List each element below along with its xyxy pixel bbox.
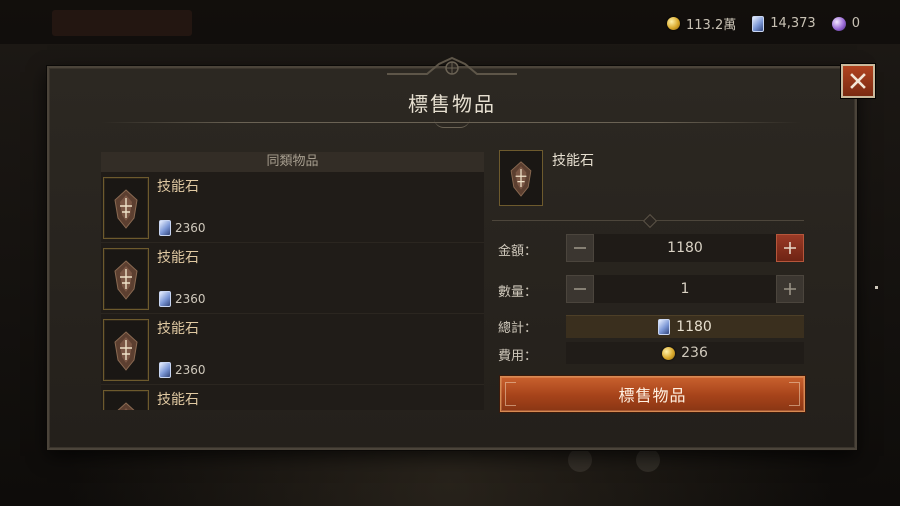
total-value: 1180 [676,319,712,335]
quantity-stepper: 1 [566,275,804,303]
item-name: 技能石 [157,179,199,195]
close-icon [850,73,866,89]
divider-ornament [642,213,658,229]
selected-item-name: 技能石 [552,153,594,169]
price-stepper: 1180 [566,234,804,262]
item-icon-frame [103,390,149,410]
item-price: 2360 [159,291,206,307]
button-corner-ornament [505,382,516,406]
fee-field: 236 [566,342,804,364]
item-price-value: 2360 [175,363,206,377]
fee-value: 236 [681,345,708,361]
title-divider-ornament [434,118,470,128]
sell-item-dialog: 標售物品 同類物品 技能石 2360 技能石 2360 技能石 2360 技能石… [47,56,875,450]
gold-coin-icon [667,17,680,30]
close-button[interactable] [841,64,875,98]
plus-icon [784,242,796,254]
background-tab [52,10,192,36]
minus-icon [574,247,586,249]
orb-amount: 0 [851,16,860,31]
sell-item-button-label: 標售物品 [618,386,687,405]
item-name: 技能石 [157,250,199,266]
background-glyph [636,448,660,472]
minus-icon [574,288,586,290]
skill-stone-icon [114,189,138,229]
gold-amount: 113.2萬 [686,18,737,33]
similar-items-header: 同類物品 [101,152,484,172]
selected-item-icon-frame [499,150,543,206]
sell-item-button[interactable]: 標售物品 [500,376,805,412]
item-icon-frame [103,319,149,381]
cursor-dot [875,286,878,289]
orb-icon [831,16,846,31]
background-glyph [568,448,592,472]
dialog-title: 標售物品 [408,92,496,116]
list-item[interactable]: 技能石 2360 [101,314,484,385]
platinum-gem-icon [159,291,171,307]
price-label: 金額： [498,244,538,259]
quantity-increase-button[interactable] [776,275,804,303]
price-decrease-button[interactable] [566,234,594,262]
currency-bar: 113.2萬 14,373 0 [667,14,860,33]
skill-stone-icon [510,161,532,197]
item-icon-frame [103,248,149,310]
item-icon-frame [103,177,149,239]
gold-coin-icon [662,346,676,360]
button-corner-ornament [789,382,800,406]
list-item[interactable]: 技能石 2360 [101,172,484,243]
platinum-gem-icon [159,362,171,378]
item-price-value: 2360 [175,221,206,235]
platinum-gem-icon [752,15,765,32]
quantity-label: 數量： [498,285,538,300]
title-ornament-icon [387,56,517,75]
total-field: 1180 [566,315,804,338]
item-price: 2360 [159,362,206,378]
skill-stone-icon [114,331,138,371]
item-name: 技能石 [157,392,199,408]
similar-items-panel[interactable]: 同類物品 技能石 2360 技能石 2360 技能石 2360 技能石 [101,152,484,410]
fee-label: 費用： [498,349,538,364]
platinum-gem-icon [658,319,671,335]
item-price-value: 2360 [175,292,206,306]
gold-display: 113.2萬 [667,14,736,33]
orb-display: 0 [831,16,860,31]
quantity-decrease-button[interactable] [566,275,594,303]
platinum-amount: 14,373 [770,16,816,31]
list-item[interactable]: 技能石 [101,385,484,410]
price-input[interactable]: 1180 [596,234,774,262]
platinum-display: 14,373 [752,15,816,32]
item-name: 技能石 [157,321,199,337]
skill-stone-icon [114,260,138,300]
total-label: 總計： [498,321,538,336]
skill-stone-icon [117,402,135,410]
quantity-input[interactable]: 1 [596,275,774,303]
plus-icon [784,283,796,295]
platinum-gem-icon [159,220,171,236]
price-increase-button[interactable] [776,234,804,262]
item-price: 2360 [159,220,206,236]
list-item[interactable]: 技能石 2360 [101,243,484,314]
